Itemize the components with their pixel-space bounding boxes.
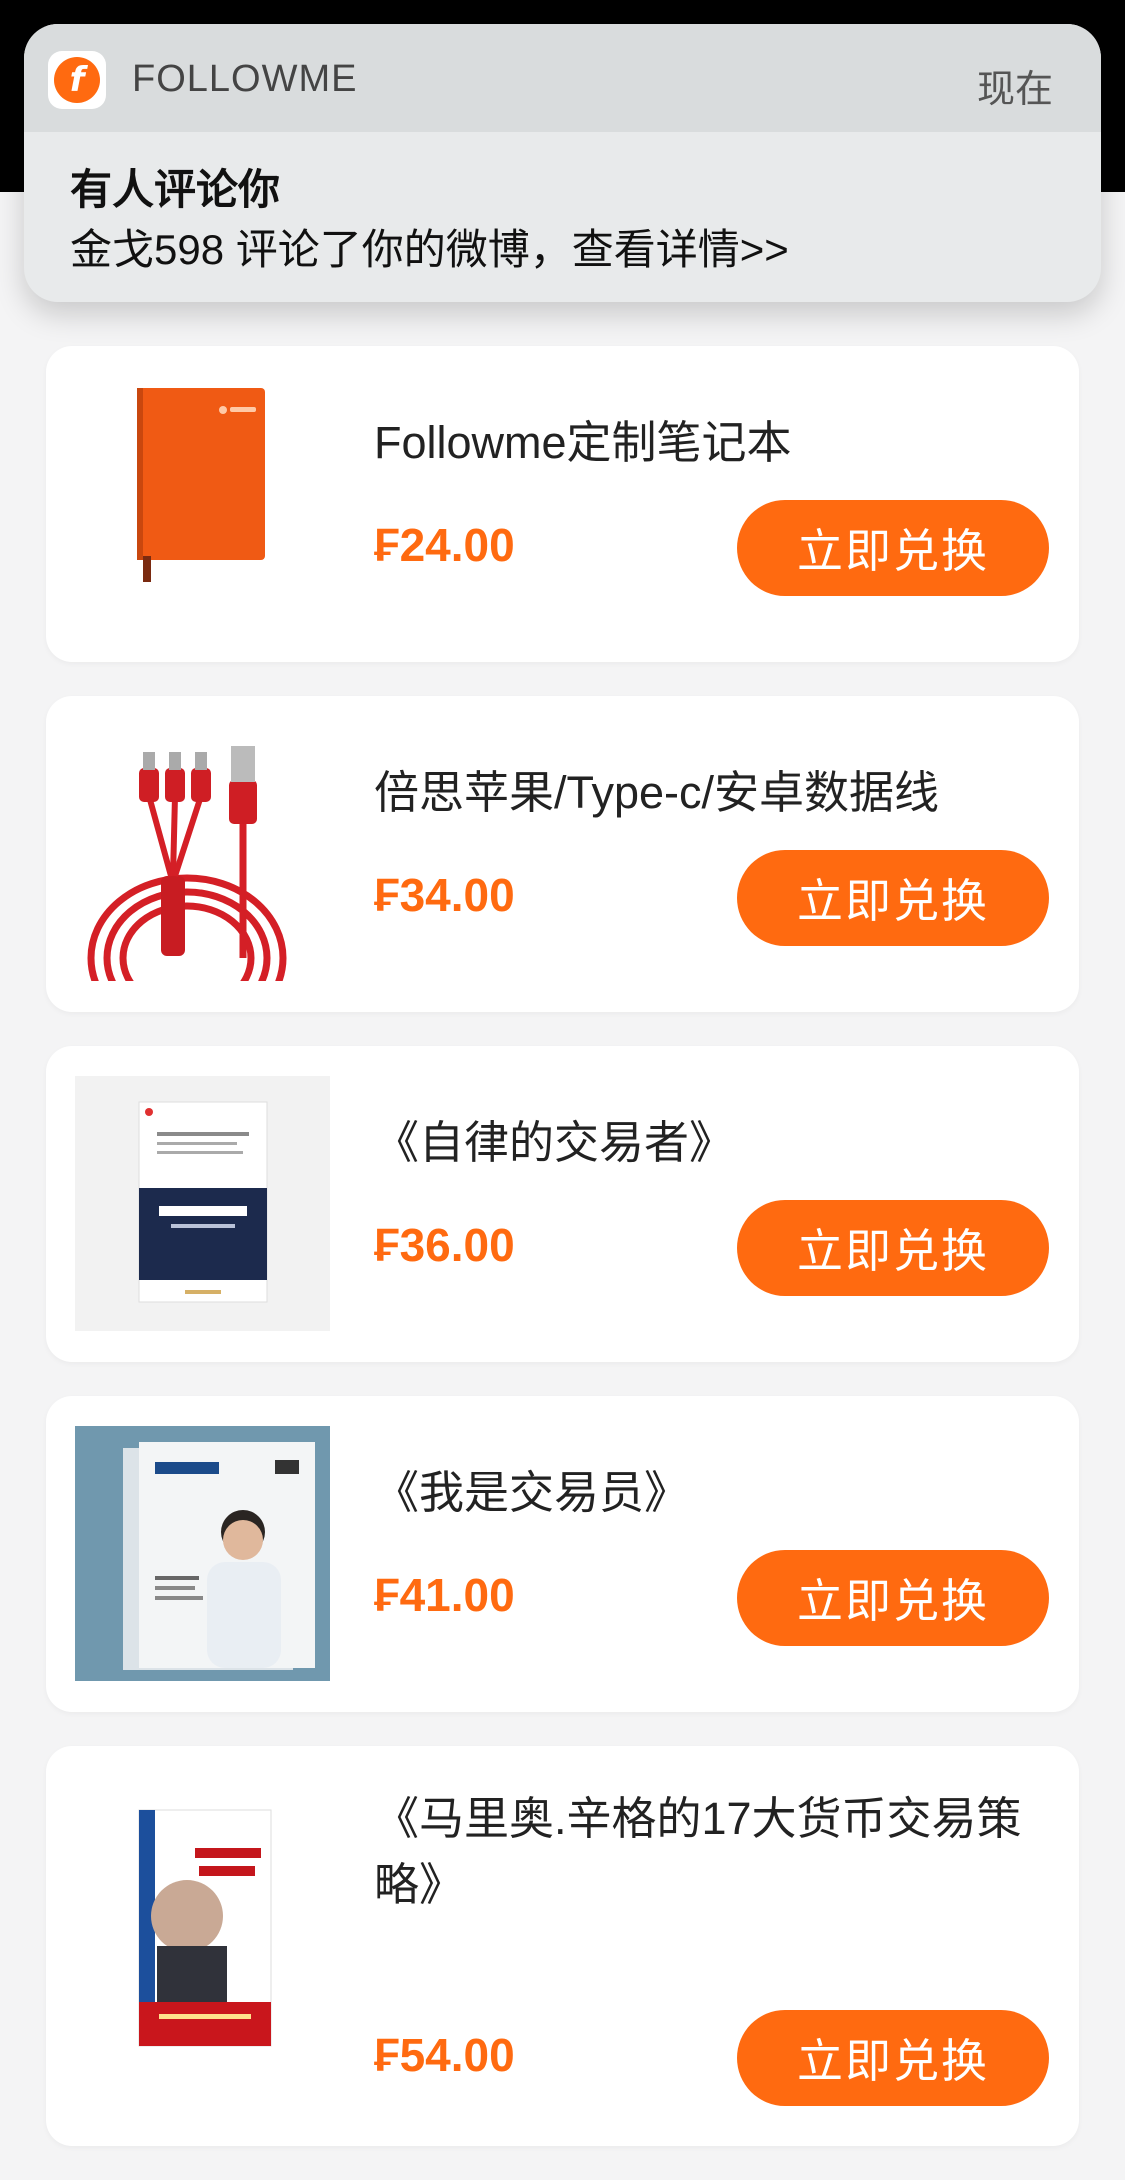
product-card[interactable]: 《马里奥.辛格的17大货币交易策略》 ₣54.00 立即兑换: [46, 1746, 1079, 2146]
product-card[interactable]: 《我是交易员》 ₣41.00 立即兑换: [46, 1396, 1079, 1712]
product-price: ₣34.00: [374, 869, 515, 921]
product-price: ₣24.00: [374, 519, 515, 571]
product-list: Followme定制笔记本 ₣24.00 立即兑换 倍思苹果/Type-c/安卓…: [46, 346, 1079, 2180]
product-price: ₣36.00: [374, 1219, 515, 1271]
product-name: 《马里奥.辛格的17大货币交易策略》: [374, 1793, 1022, 1910]
book-cover-image: [75, 1076, 330, 1331]
notebook-image: [75, 376, 330, 631]
notification-app-name: FOLLOWME: [132, 58, 358, 100]
notification-body: 金戈598 评论了你的微博，查看详情>>: [70, 226, 789, 273]
product-name: Followme定制笔记本: [374, 417, 792, 468]
usb-cable-image: [75, 726, 330, 981]
product-card[interactable]: Followme定制笔记本 ₣24.00 立即兑换: [46, 346, 1079, 662]
product-name: 《我是交易员》: [374, 1467, 690, 1518]
app-icon-letter: f: [54, 57, 100, 103]
redeem-button[interactable]: 立即兑换: [737, 1200, 1049, 1296]
push-notification[interactable]: f FOLLOWME 现在 有人评论你 金戈598 评论了你的微博，查看详情>>: [24, 24, 1101, 302]
redeem-button[interactable]: 立即兑换: [737, 500, 1049, 596]
product-card[interactable]: 倍思苹果/Type-c/安卓数据线 ₣34.00 立即兑换: [46, 696, 1079, 1012]
redeem-button[interactable]: 立即兑换: [737, 2010, 1049, 2106]
product-price: ₣54.00: [374, 2029, 515, 2081]
product-name: 倍思苹果/Type-c/安卓数据线: [374, 767, 940, 818]
product-name: 《自律的交易者》: [374, 1117, 735, 1168]
redeem-button[interactable]: 立即兑换: [737, 1550, 1049, 1646]
notification-title: 有人评论你: [70, 166, 281, 213]
book-cover-image: [75, 1796, 330, 2051]
followme-logo-icon: f: [48, 51, 106, 109]
product-card[interactable]: 《自律的交易者》 ₣36.00 立即兑换: [46, 1046, 1079, 1362]
redeem-button[interactable]: 立即兑换: [737, 850, 1049, 946]
notification-header: f FOLLOWME 现在: [24, 24, 1101, 132]
product-price: ₣41.00: [374, 1569, 515, 1621]
magazine-cover-image: [75, 1426, 330, 1681]
notification-time: 现在: [976, 69, 1053, 111]
